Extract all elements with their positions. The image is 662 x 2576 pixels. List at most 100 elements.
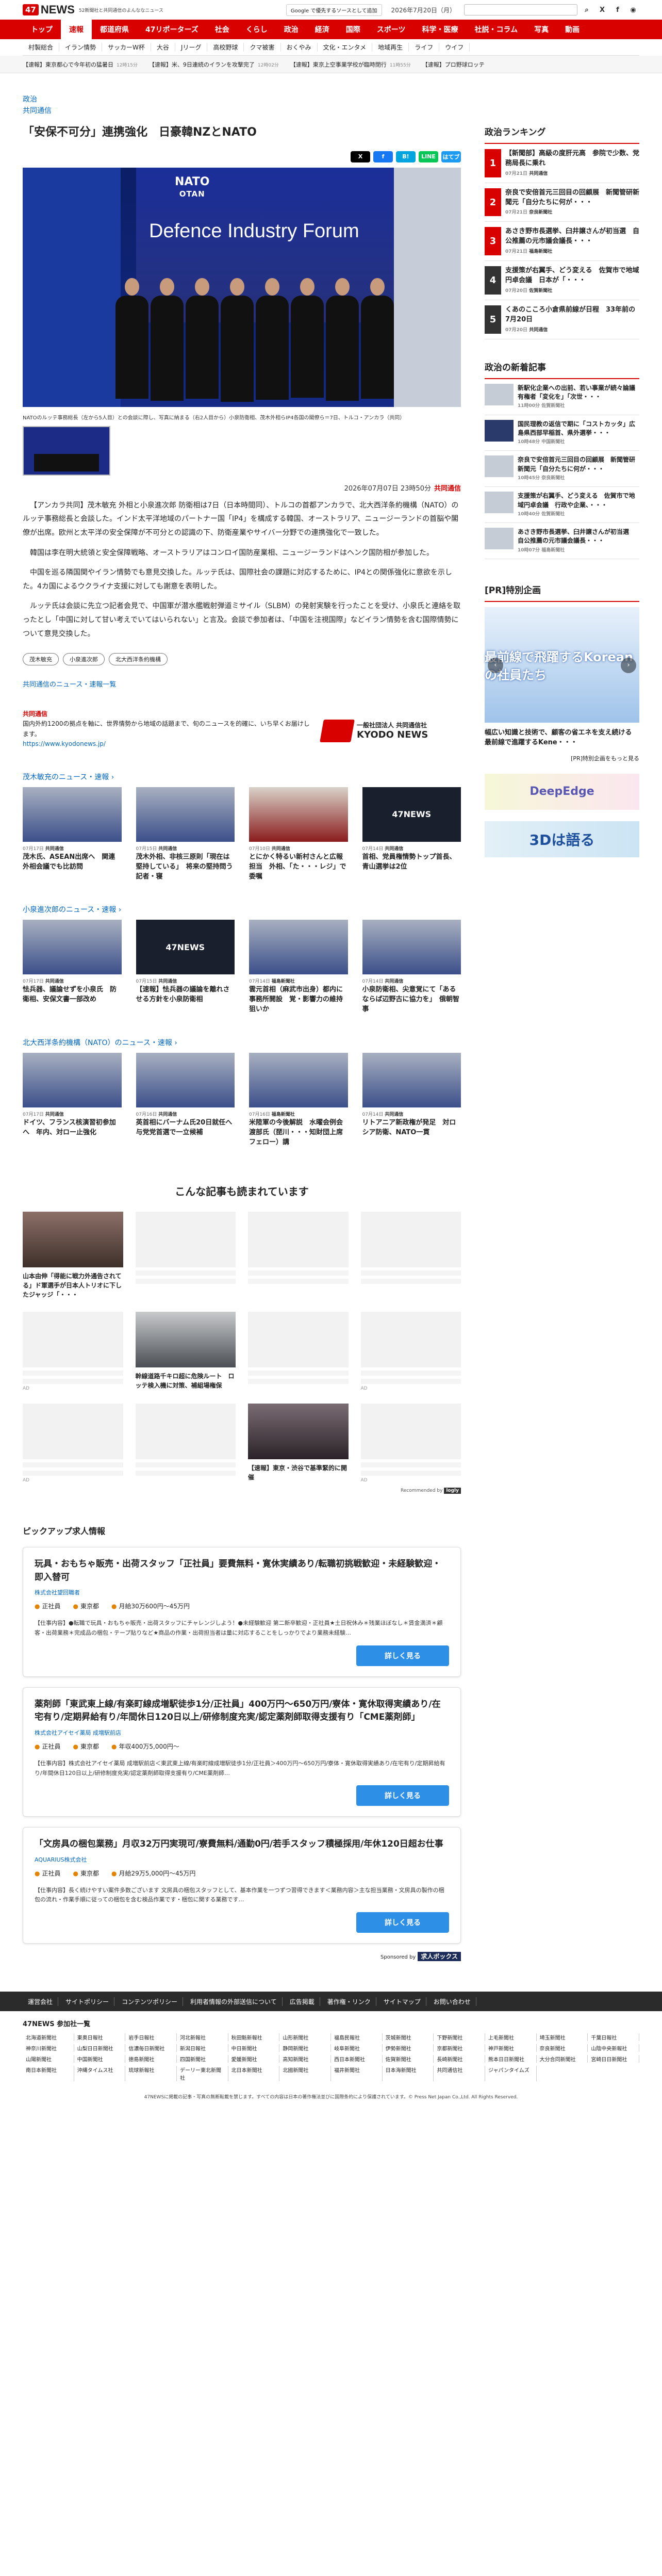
- read-more-card[interactable]: AD: [23, 1312, 123, 1391]
- read-more-thumbnail[interactable]: [23, 1312, 123, 1368]
- member-paper-link[interactable]: 沖縄タイムス社: [74, 2066, 126, 2082]
- new-article-title[interactable]: あさき野市長選挙、臼井譲さんが初当選 自公推薦の元市議会議長・・・: [518, 528, 639, 546]
- read-more-card[interactable]: [248, 1212, 349, 1299]
- new-article-thumbnail[interactable]: [485, 419, 514, 442]
- member-paper-link[interactable]: 長崎新聞社: [434, 2055, 485, 2063]
- job-company[interactable]: 株式会社アイセイ薬局 成増駅前店: [35, 1729, 449, 1737]
- news-thumbnail[interactable]: 47NEWS: [362, 787, 461, 842]
- read-more-card[interactable]: [135, 1404, 236, 1483]
- job-title[interactable]: 「文房具の梱包業務」月収32万円実現可/寮費無料/通勤0円/若手スタッフ積極採用…: [35, 1838, 449, 1851]
- nav-item[interactable]: スポーツ: [369, 20, 414, 39]
- read-more-card[interactable]: 山本由伸「得能に戦力外通告されてる」ド軍選手が日本人トリオに下したジャッジ「・・…: [23, 1212, 123, 1299]
- news-card-title[interactable]: 雲元首相（麻武市出身）都内に事務所開設 覚・影響力の維持狙いか: [249, 985, 348, 1015]
- member-paper-link[interactable]: 埼玉新聞社: [537, 2033, 588, 2042]
- site-logo[interactable]: 47 NEWS: [23, 3, 75, 17]
- search-input[interactable]: [464, 4, 577, 15]
- footer-link[interactable]: 運営会社: [23, 1997, 59, 2006]
- ranking-item[interactable]: 4 支援策が右翼手、どう変える 佐賀市で地域円卓会議 日本が「・・・ 07月20日 …: [485, 261, 639, 300]
- member-paper-link[interactable]: 神戸新聞社: [485, 2044, 537, 2052]
- read-more-thumbnail[interactable]: [360, 1404, 461, 1460]
- read-more-thumbnail[interactable]: [135, 1212, 236, 1268]
- news-thumbnail[interactable]: [249, 787, 348, 842]
- ad-banner[interactable]: DeepEdge: [485, 773, 639, 810]
- article-source[interactable]: 共同通信: [23, 105, 461, 116]
- related-section-title[interactable]: 小泉進次郎のニュース・速報 ›: [23, 904, 461, 915]
- subnav-item[interactable]: 大谷: [151, 43, 175, 52]
- ranking-title[interactable]: あさき野市長選挙、臼井譲さんが初当選 自公推薦の元市議会議長・・・: [505, 227, 639, 247]
- news-thumbnail[interactable]: [136, 1052, 235, 1107]
- job-card[interactable]: 「文房具の梱包業務」月収32万円実現可/寮費無料/通勤0円/若手スタッフ積極採用…: [23, 1827, 461, 1944]
- nav-item[interactable]: 経済: [307, 20, 338, 39]
- member-paper-link[interactable]: 山形新聞社: [279, 2033, 331, 2042]
- nav-item[interactable]: 国際: [338, 20, 369, 39]
- member-paper-link[interactable]: 秋田魁新報社: [228, 2033, 280, 2042]
- news-card-title[interactable]: 米陸軍の今後解説 水曜会例会 渡部氏（琵川・・・知財団上席フェロー）講: [249, 1118, 350, 1148]
- member-paper-link[interactable]: 熊本日日新聞社: [485, 2055, 537, 2063]
- share-facebook-icon[interactable]: f: [373, 151, 393, 162]
- member-paper-link[interactable]: 河北新報社: [177, 2033, 228, 2042]
- related-section-title[interactable]: 茂木敏充のニュース・速報 ›: [23, 772, 461, 782]
- read-more-thumbnail[interactable]: [360, 1312, 461, 1368]
- tag-link[interactable]: 北大西洋条約機構: [109, 653, 168, 666]
- read-more-card[interactable]: [135, 1212, 236, 1299]
- news-card-title[interactable]: 首相、党員権情勢トップ首長、青山選挙は2位: [362, 853, 461, 872]
- read-more-card[interactable]: AD: [23, 1404, 123, 1483]
- x-icon[interactable]: X: [596, 4, 608, 16]
- member-paper-link[interactable]: 奈良新聞社: [537, 2044, 588, 2052]
- member-paper-link[interactable]: 千葉日報社: [588, 2033, 639, 2042]
- new-article-item[interactable]: 支援策が右翼手、どう変える 佐賀市で地域円卓会議 行政や企業、・・・ 10時40分…: [485, 487, 639, 523]
- ticker-item[interactable]: 【速報】米、9日連続のイランを攻撃完了 12時02分: [149, 60, 279, 69]
- read-more-card[interactable]: [248, 1312, 349, 1391]
- member-paper-link[interactable]: 宮崎日日新聞社: [588, 2055, 639, 2063]
- member-paper-link[interactable]: 徳島新聞社: [125, 2055, 177, 2063]
- news-thumbnail[interactable]: [362, 920, 461, 975]
- read-more-title[interactable]: 幹線道路千キロ超に危険ルート ロッテ検入機に対策、補組場権保: [136, 1372, 236, 1390]
- ranking-item[interactable]: 2 奈良で安倍首元三回目の回顧展 新聞管研新聞元「自分たちに何が・・・ 07月21日…: [485, 183, 639, 222]
- job-title[interactable]: 玩具・おもちゃ販売・出荷スタッフ「正社員」要費無料・寛休実績あり/転職初挑戦歓迎…: [35, 1558, 449, 1584]
- read-more-card[interactable]: [360, 1212, 461, 1299]
- read-more-thumbnail[interactable]: [23, 1212, 123, 1268]
- kyodo-logo[interactable]: 一般社団法人 共同通信社 KYODO NEWS: [320, 720, 428, 743]
- new-article-item[interactable]: 国民理教の返信で期に「コストカッタ」広島県西部早稲首、県外選挙・・・ 10時48分…: [485, 415, 639, 451]
- news-thumbnail[interactable]: [23, 920, 122, 975]
- news-thumbnail[interactable]: [136, 787, 235, 842]
- subnav-item[interactable]: サッカーW杯: [102, 43, 151, 52]
- job-card[interactable]: 玩具・おもちゃ販売・出荷スタッフ「正社員」要費無料・寛休実績あり/転職初挑戦歓迎…: [23, 1547, 461, 1677]
- member-paper-link[interactable]: 共同通信社: [434, 2066, 485, 2082]
- pr-caption[interactable]: 幅広い知識と技術で、顧客の省エネを支え続ける 最前線で進躍するKene・・・: [485, 728, 639, 748]
- news-card-title[interactable]: 茂木氏、ASEAN出席へ 関連外相会議でも比訪問: [23, 853, 122, 872]
- pr-more-link[interactable]: [PR]特別企画をもっと見る: [485, 754, 639, 762]
- read-more-card[interactable]: AD: [360, 1312, 461, 1391]
- news-thumbnail[interactable]: [249, 920, 348, 975]
- member-paper-link[interactable]: 下野新聞社: [434, 2033, 485, 2042]
- new-article-title[interactable]: 国民理教の返信で期に「コストカッタ」広島県西部早稲首、県外選挙・・・: [518, 420, 639, 438]
- footer-link[interactable]: 著作権・リンク: [322, 1997, 376, 2006]
- member-paper-link[interactable]: 日本海新聞社: [383, 2066, 434, 2082]
- news-card[interactable]: 07月16日 共同通信 英首相にバーナム氏20日就任へ 与党党首選で一立候補: [136, 1052, 239, 1148]
- share-bookmark-icon[interactable]: はてブ: [441, 151, 461, 162]
- new-article-thumbnail[interactable]: [485, 455, 514, 478]
- member-paper-link[interactable]: 福井新聞社: [331, 2066, 383, 2082]
- footer-link[interactable]: サイトポリシー: [60, 1997, 115, 2006]
- ranking-title[interactable]: 【新聞部】高級の度肝元高 参院で少数、党務局長に乗れ: [505, 149, 639, 169]
- member-paper-link[interactable]: 信濃毎日新聞社: [125, 2044, 177, 2052]
- share-hatena-icon[interactable]: B!: [396, 151, 416, 162]
- chevron-right-icon[interactable]: ›: [621, 657, 636, 673]
- new-article-title[interactable]: 奈良で安倍首元三回目の回顧展 新聞管研新聞元「自分たちに何が・・・: [518, 455, 639, 474]
- new-article-item[interactable]: 奈良で安倍首元三回目の回顧展 新聞管研新聞元「自分たちに何が・・・ 10時45分 …: [485, 451, 639, 487]
- nav-item[interactable]: 写真: [526, 20, 557, 39]
- read-more-thumbnail[interactable]: [248, 1404, 349, 1460]
- job-details-button[interactable]: 詳しく見る: [356, 1912, 449, 1933]
- subnav-item[interactable]: おくやみ: [281, 43, 318, 52]
- news-thumbnail[interactable]: [23, 787, 122, 842]
- member-paper-link[interactable]: 四国新聞社: [177, 2055, 228, 2063]
- new-article-title[interactable]: 支援策が右翼手、どう変える 佐賀市で地域円卓会議 行政や企業、・・・: [518, 492, 639, 510]
- news-card-title[interactable]: 【速報】怯兵器の議論を離れさせる方針を小泉防衛相: [136, 985, 235, 1005]
- news-card[interactable]: 07月10日 共同通信 とにかく特るい新村さんと広報担当 外相、「た・・・レジ」で…: [249, 787, 348, 882]
- read-more-thumbnail[interactable]: [248, 1212, 349, 1268]
- member-paper-link[interactable]: 茨城新聞社: [383, 2033, 434, 2042]
- ranking-title[interactable]: 奈良で安倍首元三回目の回顧展 新聞管研新聞元「自分たちに何が・・・: [505, 188, 639, 208]
- job-details-button[interactable]: 詳しく見る: [356, 1785, 449, 1806]
- member-paper-link[interactable]: 岩手日報社: [125, 2033, 177, 2042]
- member-paper-link[interactable]: 東奥日報社: [74, 2033, 126, 2042]
